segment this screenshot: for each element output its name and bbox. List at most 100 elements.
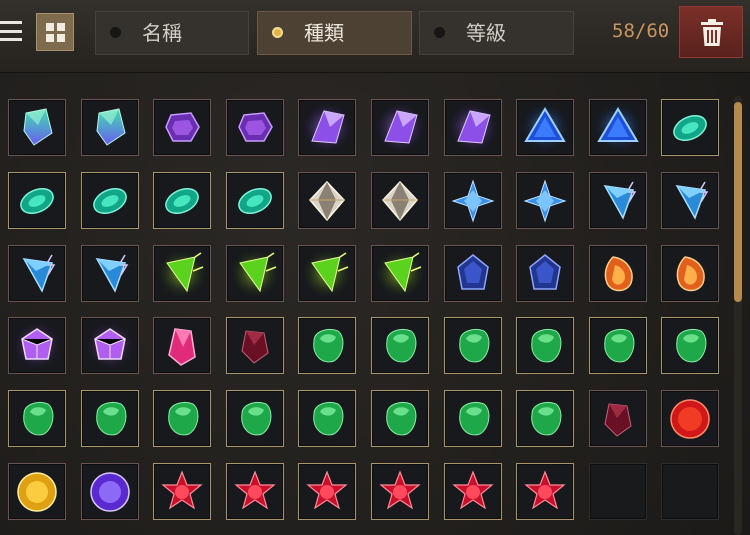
inventory-slot[interactable]	[516, 317, 574, 374]
red-star-gem-icon	[379, 470, 421, 510]
inventory-slot[interactable]	[8, 99, 66, 156]
trash-icon	[701, 19, 723, 46]
inventory-slot[interactable]	[226, 390, 284, 447]
gold-orb-icon	[17, 472, 57, 512]
hamburger-menu-icon[interactable]	[0, 17, 26, 45]
grid-view-icon	[45, 22, 54, 31]
inventory-slot[interactable]	[516, 99, 574, 156]
inventory-slot[interactable]	[371, 317, 429, 374]
inventory-slot[interactable]	[444, 390, 502, 447]
inventory-slot[interactable]	[8, 463, 66, 520]
purple-hexagon-gem-icon	[165, 112, 200, 142]
inventory-slot[interactable]	[298, 172, 356, 229]
inventory-slot[interactable]	[298, 317, 356, 374]
green-stone-icon	[168, 401, 199, 436]
inventory-slot[interactable]	[81, 99, 139, 156]
inventory-slot[interactable]	[226, 99, 284, 156]
inventory-slot[interactable]	[298, 390, 356, 447]
inventory-slot[interactable]	[661, 99, 719, 156]
inventory-slot[interactable]	[81, 172, 139, 229]
tab-sort-level[interactable]: 等級	[419, 11, 574, 55]
inventory-slot[interactable]	[444, 245, 502, 302]
inventory-slot[interactable]	[371, 390, 429, 447]
dark-ruby-icon	[241, 330, 269, 364]
inventory-slot[interactable]	[444, 172, 502, 229]
inventory-slot[interactable]	[226, 317, 284, 374]
inventory-slot[interactable]	[589, 390, 647, 447]
inventory-slot[interactable]	[226, 463, 284, 520]
inventory-slot[interactable]	[516, 245, 574, 302]
teal-oval-gem-icon	[20, 187, 54, 215]
purple-orb-icon	[90, 472, 130, 512]
inventory-slot[interactable]	[226, 172, 284, 229]
inventory-slot[interactable]	[153, 390, 211, 447]
inventory-slot[interactable]	[661, 172, 719, 229]
green-stone-icon	[531, 401, 562, 436]
violet-shard-icon	[302, 103, 352, 152]
trash-button[interactable]	[679, 6, 743, 58]
inventory-slot[interactable]	[589, 245, 647, 302]
inventory-slot[interactable]	[81, 245, 139, 302]
inventory-slot[interactable]	[298, 99, 356, 156]
inventory-slot[interactable]	[371, 245, 429, 302]
green-stone-icon	[531, 328, 562, 363]
inventory-slot[interactable]	[516, 172, 574, 229]
inventory-slot[interactable]	[444, 317, 502, 374]
inventory-slot[interactable]	[589, 172, 647, 229]
white-diamond-icon	[308, 180, 346, 222]
inventory-slot[interactable]	[371, 172, 429, 229]
red-star-gem-icon	[234, 470, 276, 510]
inventory-slot[interactable]	[81, 390, 139, 447]
orange-teardrop-gem-icon	[676, 256, 705, 292]
inventory-slot[interactable]	[589, 317, 647, 374]
inventory-slot[interactable]	[153, 99, 211, 156]
inventory-slot[interactable]	[516, 463, 574, 520]
inventory-slot[interactable]	[589, 99, 647, 156]
tab-sort-type[interactable]: 種類	[257, 11, 412, 55]
inventory-slot[interactable]	[153, 463, 211, 520]
inventory-scrollbar[interactable]	[734, 96, 742, 535]
inventory-slot[interactable]	[298, 463, 356, 520]
inventory-slot[interactable]	[661, 245, 719, 302]
inventory-slot[interactable]	[661, 317, 719, 374]
tab-sort-name[interactable]: 名稱	[95, 11, 249, 55]
inventory-slot[interactable]	[81, 463, 139, 520]
green-stone-icon	[96, 401, 127, 436]
inventory-slot[interactable]	[444, 99, 502, 156]
green-stone-icon	[386, 401, 417, 436]
blue-lightning-crystal-icon	[603, 181, 637, 220]
inventory-slot[interactable]	[298, 245, 356, 302]
inventory-slot[interactable]	[8, 390, 66, 447]
scrollbar-thumb[interactable]	[734, 102, 742, 302]
inventory-slot[interactable]	[8, 172, 66, 229]
teal-oval-gem-icon	[93, 187, 127, 215]
inventory-slot[interactable]	[226, 245, 284, 302]
tab-label: 種類	[304, 21, 344, 45]
inventory-slot[interactable]	[8, 317, 66, 374]
inventory-slot-empty[interactable]	[589, 463, 647, 520]
inventory-slot[interactable]	[153, 172, 211, 229]
green-stone-icon	[604, 328, 635, 363]
inventory-slot[interactable]	[516, 390, 574, 447]
violet-shard-icon	[448, 103, 498, 152]
inventory-slot[interactable]	[371, 463, 429, 520]
inventory-slot[interactable]	[444, 463, 502, 520]
green-stone-icon	[459, 328, 490, 363]
radio-icon	[434, 27, 445, 38]
blue-star-diamond-icon	[523, 179, 567, 223]
inventory-slot[interactable]	[8, 245, 66, 302]
green-spike-crystal-icon	[302, 249, 352, 298]
tab-label: 等級	[466, 21, 506, 45]
red-star-gem-icon	[452, 470, 494, 510]
inventory-slot[interactable]	[661, 390, 719, 447]
inventory-slot-empty[interactable]	[661, 463, 719, 520]
green-stone-icon	[386, 328, 417, 363]
grid-view-button[interactable]	[36, 13, 74, 51]
purple-facet-gem-icon	[85, 321, 135, 370]
blue-lightning-crystal-icon	[675, 181, 709, 220]
inventory-slot[interactable]	[153, 245, 211, 302]
inventory-slot[interactable]	[81, 317, 139, 374]
inventory-slot[interactable]	[153, 317, 211, 374]
dark-ruby-icon	[604, 403, 632, 437]
inventory-slot[interactable]	[371, 99, 429, 156]
